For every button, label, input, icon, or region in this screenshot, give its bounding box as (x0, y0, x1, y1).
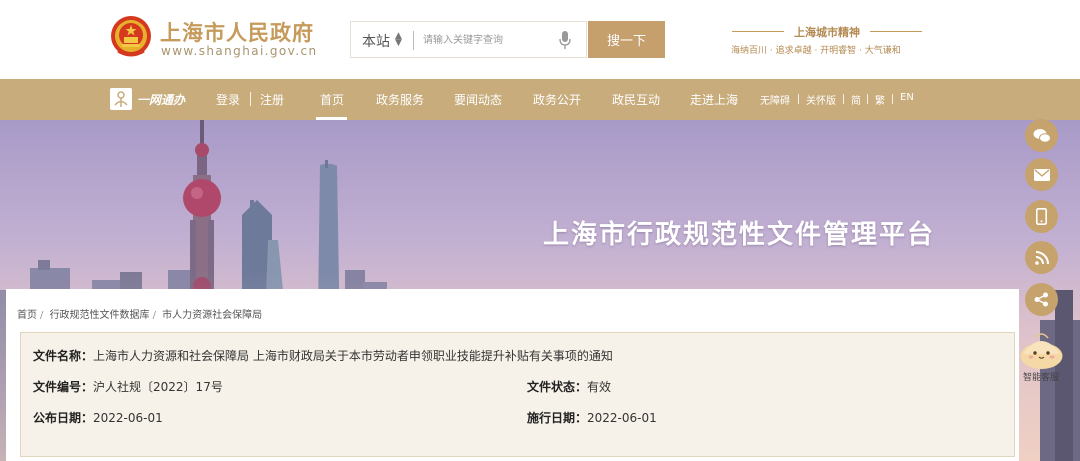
document-number-label: 文件编号： (33, 380, 94, 394)
nav-item-public-affairs[interactable]: 政务公开 (533, 91, 581, 108)
mail-icon (1033, 168, 1050, 181)
city-spirit-subtitle: 海纳百川 · 追求卓越 · 开明睿智 · 大气谦和 (731, 46, 901, 56)
document-status-label: 文件状态： (527, 380, 588, 394)
nav-divider (798, 94, 799, 104)
document-card: 首页 / 行政规范性文件数据库 / 市人力资源社会保障局 文件名称：上海市人力资源和… (6, 289, 1019, 461)
share-icon (1034, 292, 1048, 307)
city-spirit-title: 上海城市精神 (794, 26, 860, 39)
microphone-icon[interactable] (558, 30, 572, 50)
search-button[interactable]: 搜一下 (588, 21, 665, 58)
nav-item-government-services[interactable]: 政务服务 (376, 91, 424, 108)
search-box: 本站 ▲ ▼ (350, 21, 587, 58)
search-input[interactable] (423, 31, 548, 50)
elderly-mode-link[interactable]: 关怀版 (806, 92, 836, 107)
rss-icon (1034, 250, 1049, 265)
login-link[interactable]: 登录 (216, 91, 240, 108)
publish-date-row: 公布日期：2022-06-01 (33, 409, 163, 426)
site-url: www.shanghai.gov.cn (161, 44, 318, 58)
smart-assistant-icon[interactable] (1019, 326, 1064, 371)
nav-divider (867, 94, 868, 104)
nav-item-news[interactable]: 要闻动态 (454, 91, 502, 108)
breadcrumb-home[interactable]: 首页 (17, 310, 37, 321)
document-number-value: 沪人社规〔2022〕17号 (93, 380, 223, 394)
document-status-value: 有效 (587, 380, 612, 394)
city-spirit-header: 上海城市精神 (732, 23, 922, 39)
wechat-icon (1033, 128, 1051, 143)
national-emblem-icon[interactable] (110, 15, 152, 59)
publish-date-label: 公布日期： (33, 411, 94, 425)
nav-divider (843, 94, 844, 104)
document-number-row: 文件编号：沪人社规〔2022〕17号 (33, 378, 223, 395)
share-button[interactable] (1025, 283, 1058, 316)
nav-item-about-shanghai[interactable]: 走进上海 (690, 91, 738, 108)
simplified-chinese-link[interactable]: 简 (851, 92, 861, 107)
search-scope-select[interactable]: 本站 (362, 31, 390, 51)
breadcrumb-separator: / (40, 310, 44, 321)
breadcrumb-separator: / (152, 310, 156, 321)
effective-date-row: 施行日期：2022-06-01 (527, 409, 657, 426)
nav-divider (250, 92, 251, 106)
site-title[interactable]: 上海市人民政府 (160, 17, 314, 47)
document-name-label: 文件名称： (33, 349, 94, 363)
yiwangtongban-logo-icon[interactable] (110, 88, 132, 110)
mobile-icon (1036, 208, 1047, 225)
effective-date-value: 2022-06-01 (587, 411, 657, 425)
mail-button[interactable] (1025, 158, 1058, 191)
traditional-chinese-link[interactable]: 繁 (875, 92, 885, 107)
mobile-button[interactable] (1025, 200, 1058, 233)
english-link[interactable]: EN (900, 92, 914, 103)
rss-button[interactable] (1025, 241, 1058, 274)
breadcrumb: 首页 / 行政规范性文件数据库 / 市人力资源社会保障局 (17, 306, 265, 321)
main-nav: 一网通办 登录 注册 首页 政务服务 要闻动态 政务公开 政民互动 走进上海 无… (0, 79, 1080, 120)
accessibility-link[interactable]: 无障碍 (760, 92, 790, 107)
search-divider (413, 31, 414, 50)
nav-divider (892, 94, 893, 104)
nav-item-home[interactable]: 首页 (320, 91, 344, 108)
divider-line (870, 31, 922, 32)
wechat-button[interactable] (1025, 119, 1058, 152)
document-name-row: 文件名称：上海市人力资源和社会保障局 上海市财政局关于本市劳动者申领职业技能提升… (33, 347, 613, 364)
site-header: 上海市人民政府 www.shanghai.gov.cn 本站 ▲▼ 搜一下 上海… (0, 0, 1080, 79)
effective-date-label: 施行日期： (527, 411, 588, 425)
breadcrumb-current: 市人力资源社会保障局 (162, 310, 263, 321)
yiwangtongban-link[interactable]: 一网通办 (137, 91, 185, 108)
register-link[interactable]: 注册 (260, 91, 284, 108)
breadcrumb-database[interactable]: 行政规范性文件数据库 (50, 310, 150, 321)
publish-date-value: 2022-06-01 (93, 411, 163, 425)
document-name-value: 上海市人力资源和社会保障局 上海市财政局关于本市劳动者申领职业技能提升补贴有关事… (93, 349, 613, 363)
document-status-row: 文件状态：有效 (527, 378, 611, 395)
smart-assistant-label[interactable]: 智能客服 (1023, 370, 1059, 383)
nav-item-interaction[interactable]: 政民互动 (612, 91, 660, 108)
updown-chevron-icon[interactable]: ▲ ▼ (395, 32, 402, 48)
platform-title: 上海市行政规范性文件管理平台 (543, 220, 936, 250)
document-info-panel: 文件名称：上海市人力资源和社会保障局 上海市财政局关于本市劳动者申领职业技能提升… (20, 332, 1015, 457)
